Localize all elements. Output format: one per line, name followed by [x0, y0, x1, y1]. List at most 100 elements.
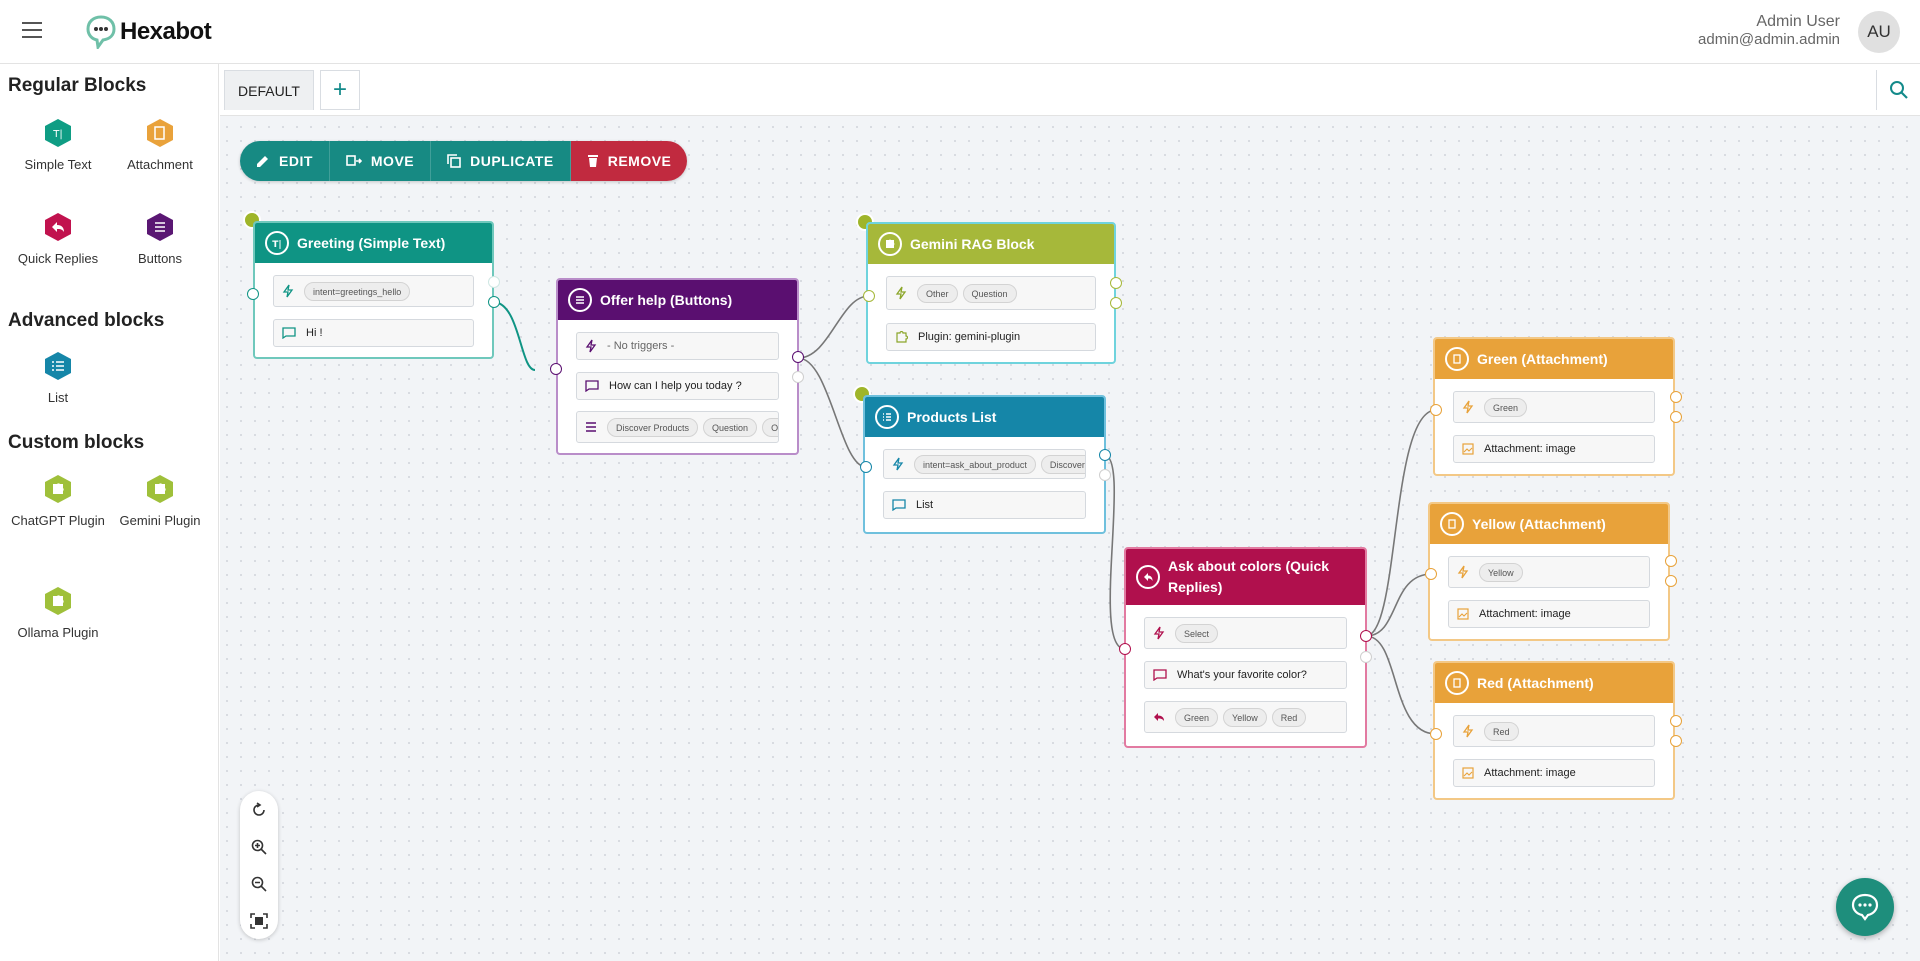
input-port[interactable] [1119, 643, 1131, 655]
chat-widget-button[interactable] [1836, 878, 1894, 936]
quick-replies-row[interactable]: Green Yellow Red [1144, 701, 1347, 733]
block-title: Red (Attachment) [1477, 675, 1594, 691]
output-port[interactable] [1110, 277, 1122, 289]
reply-chip: Green [1175, 707, 1219, 727]
output-port[interactable] [792, 351, 804, 363]
input-port[interactable] [1430, 728, 1442, 740]
message-row[interactable]: List [883, 491, 1086, 519]
button-chip: Oth [762, 417, 778, 437]
trigger-row[interactable]: Red [1453, 715, 1655, 747]
buttons-row[interactable]: Discover Products Question Oth [576, 411, 779, 443]
output-port[interactable] [1360, 630, 1372, 642]
input-port[interactable] [1430, 404, 1442, 416]
trigger-row[interactable]: intent=ask_about_product Discover Pr [883, 449, 1086, 479]
output-port[interactable] [1099, 449, 1111, 461]
input-port[interactable] [1425, 568, 1437, 580]
lightning-icon [892, 457, 904, 471]
zoom-in-button[interactable] [240, 828, 278, 865]
fit-view-button[interactable] [240, 902, 278, 939]
buttons-icon [568, 288, 592, 312]
user-name: Admin User [1756, 13, 1840, 30]
link-colors-yellow [1365, 573, 1433, 637]
palette-attachment[interactable]: Attachment [110, 118, 210, 174]
reset-button[interactable] [240, 791, 278, 828]
tab-bar: DEFAULT + [220, 64, 1920, 116]
block-gemini-rag[interactable]: Gemini RAG Block Other Question Plugin: … [866, 222, 1116, 364]
block-offer-help[interactable]: Offer help (Buttons) - No triggers - How… [556, 278, 799, 455]
next-port[interactable] [488, 296, 500, 308]
trigger-row[interactable]: Other Question [886, 276, 1096, 310]
move-button[interactable]: MOVE [329, 141, 432, 181]
trigger-row[interactable]: Green [1453, 391, 1655, 423]
logo[interactable]: Hexabot [86, 15, 212, 49]
buttons-icon [586, 422, 596, 432]
block-red-attachment[interactable]: Red (Attachment) Red Attachment: image [1433, 661, 1675, 800]
output-port[interactable] [1665, 555, 1677, 567]
plugin-icon [878, 232, 902, 256]
block-products-list[interactable]: Products List intent=ask_about_product D… [863, 395, 1106, 534]
flow-canvas[interactable]: DEFAULT + EDIT MOVE DUPLICATE REMOVE T| … [220, 64, 1920, 961]
fit-screen-icon [250, 912, 268, 929]
message-row[interactable]: Hi ! [273, 319, 474, 347]
attachment-icon [1445, 671, 1469, 695]
copy-icon [447, 154, 461, 168]
trigger-row[interactable]: Yellow [1448, 556, 1650, 588]
next-port[interactable] [1360, 651, 1372, 663]
next-port[interactable] [1670, 411, 1682, 423]
quick-replies-icon [45, 213, 71, 241]
input-port[interactable] [550, 363, 562, 375]
palette-list[interactable]: List [8, 351, 108, 407]
remove-button[interactable]: REMOVE [570, 141, 688, 181]
search-button[interactable] [1876, 70, 1920, 110]
palette-simple-text[interactable]: T| Simple Text [8, 118, 108, 174]
palette-quick-replies[interactable]: Quick Replies [8, 212, 108, 268]
block-yellow-attachment[interactable]: Yellow (Attachment) Yellow Attachment: i… [1428, 502, 1670, 641]
remove-label: REMOVE [607, 153, 672, 169]
message-row[interactable]: What's your favorite color? [1144, 661, 1347, 689]
input-port[interactable] [860, 461, 872, 473]
palette-chatgpt-plugin[interactable]: ChatGPT Plugin [8, 474, 108, 530]
block-ask-about-colors[interactable]: Ask about colors (Quick Replies) Select … [1124, 547, 1367, 748]
add-tab-button[interactable]: + [320, 70, 360, 110]
attachment-row[interactable]: Attachment: image [1453, 435, 1655, 463]
output-port[interactable] [488, 276, 500, 288]
menu-icon[interactable] [22, 22, 42, 38]
plugin-row[interactable]: Plugin: gemini-plugin [886, 323, 1096, 351]
next-port[interactable] [792, 371, 804, 383]
trigger-row[interactable]: - No triggers - [576, 332, 779, 360]
next-port[interactable] [1110, 297, 1122, 309]
refresh-icon [253, 801, 265, 816]
image-icon [1457, 608, 1469, 620]
attachment-row[interactable]: Attachment: image [1453, 759, 1655, 787]
tab-default[interactable]: DEFAULT [224, 70, 314, 110]
avatar[interactable]: AU [1858, 11, 1900, 53]
attachment-icon [1440, 512, 1464, 536]
button-chip: Discover Products [607, 417, 699, 437]
palette-label: Attachment [127, 157, 193, 172]
output-port[interactable] [1670, 391, 1682, 403]
input-port[interactable] [863, 290, 875, 302]
zoom-out-button[interactable] [240, 865, 278, 902]
palette-gemini-plugin[interactable]: Gemini Plugin [110, 474, 210, 530]
simple-text-icon: T| [265, 231, 289, 255]
trigger-row[interactable]: Select [1144, 617, 1347, 649]
next-port[interactable] [1670, 735, 1682, 747]
palette-ollama-plugin[interactable]: Ollama Plugin [8, 586, 108, 642]
attachment-row[interactable]: Attachment: image [1448, 600, 1650, 628]
palette-buttons[interactable]: Buttons [110, 212, 210, 268]
edit-button[interactable]: EDIT [240, 141, 330, 181]
block-green-attachment[interactable]: Green (Attachment) Green Attachment: ima… [1433, 337, 1675, 476]
block-title: Offer help (Buttons) [600, 292, 733, 308]
palette-label: Ollama Plugin [17, 625, 99, 640]
duplicate-button[interactable]: DUPLICATE [431, 141, 571, 181]
input-port[interactable] [247, 288, 259, 300]
next-port[interactable] [1665, 575, 1677, 587]
block-greeting[interactable]: T| Greeting (Simple Text) intent=greetin… [253, 221, 494, 359]
user-info[interactable]: Admin User admin@admin.admin [1698, 13, 1840, 48]
quick-replies-icon [1136, 565, 1160, 589]
output-port[interactable] [1670, 715, 1682, 727]
trigger-row[interactable]: intent=greetings_hello [273, 275, 474, 307]
next-port[interactable] [1099, 469, 1111, 481]
svg-text:T|: T| [272, 240, 281, 249]
message-row[interactable]: How can I help you today ? [576, 372, 779, 400]
